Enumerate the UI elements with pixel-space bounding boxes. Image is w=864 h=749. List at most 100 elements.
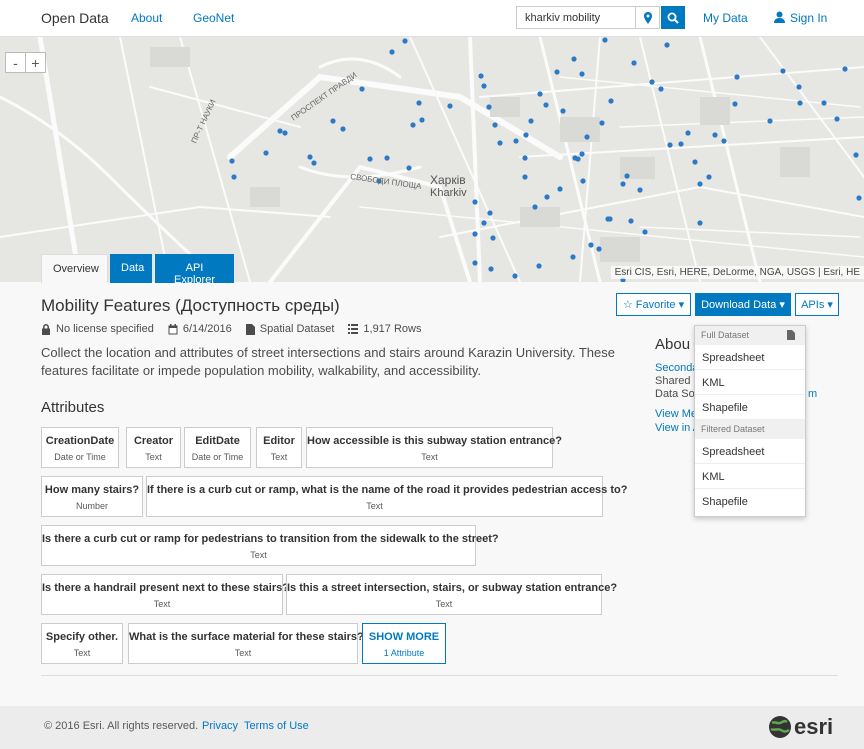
location-button[interactable]	[636, 6, 660, 29]
map-point-marker[interactable]	[570, 254, 576, 260]
show-more-button[interactable]: SHOW MORE 1 Attribute	[362, 623, 446, 664]
map-point-marker[interactable]	[637, 187, 643, 193]
map-point-marker[interactable]	[513, 138, 519, 144]
map-point-marker[interactable]	[416, 100, 422, 106]
map-point-marker[interactable]	[796, 84, 802, 90]
map-point-marker[interactable]	[512, 273, 518, 279]
nav-about[interactable]: About	[131, 11, 162, 25]
esri-logo[interactable]: esri	[768, 714, 833, 740]
view-metadata-link[interactable]: View Me	[655, 408, 697, 420]
map-point-marker[interactable]	[642, 229, 648, 235]
map-point-marker[interactable]	[584, 134, 590, 140]
map-point-marker[interactable]	[554, 69, 560, 75]
zoom-in-button[interactable]: +	[25, 52, 46, 73]
map-point-marker[interactable]	[667, 142, 673, 148]
map-point-marker[interactable]	[523, 132, 529, 138]
map-point-marker[interactable]	[532, 204, 538, 210]
map-point-marker[interactable]	[277, 128, 283, 134]
attribute-card[interactable]: CreationDate Date or Time	[41, 427, 119, 468]
map-point-marker[interactable]	[631, 60, 637, 66]
map-point-marker[interactable]	[571, 56, 577, 62]
attribute-card[interactable]: EditDate Date or Time	[184, 427, 251, 468]
map-point-marker[interactable]	[579, 71, 585, 77]
map-point-marker[interactable]	[472, 260, 478, 266]
map-point-marker[interactable]	[596, 246, 602, 252]
map-point-marker[interactable]	[536, 263, 542, 269]
dd-filtered-kml[interactable]: KML	[695, 464, 805, 489]
map-point-marker[interactable]	[472, 231, 478, 237]
map-point-marker[interactable]	[497, 140, 503, 146]
map-point-marker[interactable]	[537, 91, 543, 97]
map-view[interactable]: Харків Kharkiv ПРОСПЕКТ ПРАВДИ СВОБОДИ П…	[0, 37, 864, 282]
map-point-marker[interactable]	[492, 122, 498, 128]
map-point-marker[interactable]	[330, 118, 336, 124]
map-point-marker[interactable]	[359, 86, 365, 92]
map-point-marker[interactable]	[678, 141, 684, 147]
map-point-marker[interactable]	[481, 83, 487, 89]
map-point-marker[interactable]	[780, 68, 786, 74]
map-point-marker[interactable]	[229, 158, 235, 164]
map-point-marker[interactable]	[419, 117, 425, 123]
map-point-marker[interactable]	[856, 195, 862, 201]
nav-geonet[interactable]: GeoNet	[193, 11, 234, 25]
privacy-link[interactable]: Privacy	[202, 720, 238, 732]
map-point-marker[interactable]	[560, 108, 566, 114]
map-point-marker[interactable]	[697, 181, 703, 187]
attribute-card[interactable]: Editor Text	[256, 427, 302, 468]
map-point-marker[interactable]	[721, 138, 727, 144]
attribute-card[interactable]: How accessible is this subway station en…	[306, 427, 562, 468]
map-point-marker[interactable]	[732, 101, 738, 107]
dd-filtered-spreadsheet[interactable]: Spreadsheet	[695, 439, 805, 464]
map-point-marker[interactable]	[664, 42, 670, 48]
map-point-marker[interactable]	[605, 216, 611, 222]
map-point-marker[interactable]	[478, 73, 484, 79]
map-point-marker[interactable]	[406, 165, 412, 171]
map-point-marker[interactable]	[402, 38, 408, 44]
download-data-button[interactable]: Download Data ▾	[695, 293, 791, 316]
attribute-card[interactable]: How many stairs? Number	[41, 476, 143, 517]
tab-overview[interactable]: Overview	[41, 254, 108, 283]
dd-full-kml[interactable]: KML	[695, 370, 805, 395]
map-point-marker[interactable]	[599, 120, 605, 126]
my-data-link[interactable]: My Data	[703, 11, 748, 25]
site-brand[interactable]: Open Data	[41, 10, 109, 26]
map-point-marker[interactable]	[490, 235, 496, 241]
map-point-marker[interactable]	[557, 186, 563, 192]
attribute-card[interactable]: If there is a curb cut or ramp, what is …	[146, 476, 627, 517]
map-point-marker[interactable]	[307, 154, 313, 160]
map-point-marker[interactable]	[486, 104, 492, 110]
map-point-marker[interactable]	[649, 79, 655, 85]
map-point-marker[interactable]	[543, 102, 549, 108]
map-point-marker[interactable]	[658, 86, 664, 92]
dd-filtered-shapefile[interactable]: Shapefile	[695, 489, 805, 514]
map-point-marker[interactable]	[580, 178, 586, 184]
favorite-button[interactable]: ☆ Favorite ▾	[616, 293, 691, 316]
map-point-marker[interactable]	[572, 155, 578, 161]
map-point-marker[interactable]	[340, 126, 346, 132]
map-point-marker[interactable]	[481, 220, 487, 226]
terms-link[interactable]: Terms of Use	[244, 720, 309, 732]
dd-full-shapefile[interactable]: Shapefile	[695, 395, 805, 420]
map-point-marker[interactable]	[522, 174, 528, 180]
map-point-marker[interactable]	[384, 155, 390, 161]
map-point-marker[interactable]	[602, 37, 608, 43]
map-point-marker[interactable]	[528, 118, 534, 124]
dd-full-spreadsheet[interactable]: Spreadsheet	[695, 345, 805, 370]
attribute-card[interactable]: Creator Text	[126, 427, 181, 468]
map-point-marker[interactable]	[579, 151, 585, 157]
map-point-marker[interactable]	[282, 130, 288, 136]
map-point-marker[interactable]	[447, 103, 453, 109]
map-point-marker[interactable]	[608, 98, 614, 104]
apis-button[interactable]: APIs ▾	[795, 293, 839, 316]
attribute-card[interactable]: Is there a handrail present next to thes…	[41, 574, 289, 615]
map-point-marker[interactable]	[853, 152, 859, 158]
about-link[interactable]: Seconda	[655, 362, 698, 374]
map-point-marker[interactable]	[472, 199, 478, 205]
map-point-marker[interactable]	[311, 160, 317, 166]
sign-in-link[interactable]: Sign In	[790, 11, 827, 25]
map-point-marker[interactable]	[624, 173, 630, 179]
map-point-marker[interactable]	[767, 118, 773, 124]
map-point-marker[interactable]	[410, 122, 416, 128]
attribute-card[interactable]: Is this a street intersection, stairs, o…	[286, 574, 617, 615]
map-point-marker[interactable]	[488, 266, 494, 272]
